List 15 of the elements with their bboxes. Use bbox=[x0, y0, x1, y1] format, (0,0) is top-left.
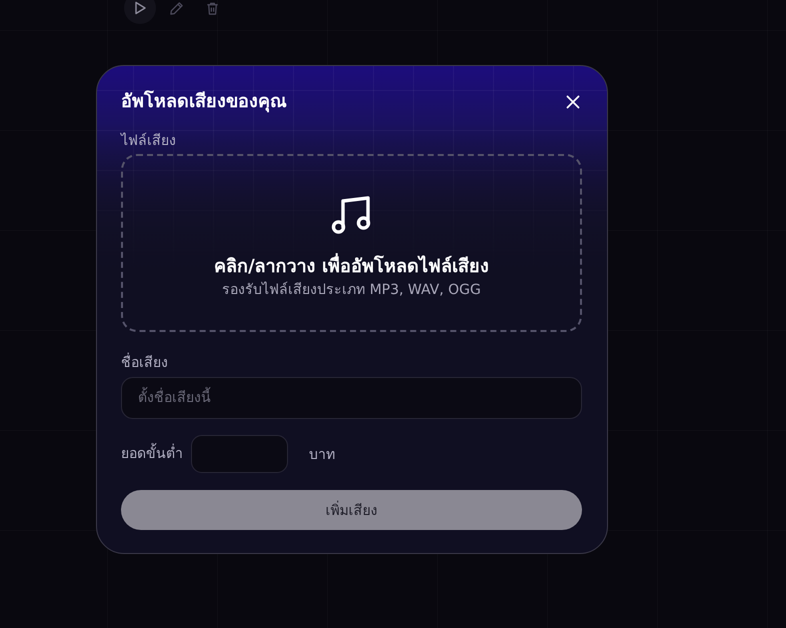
upload-dropzone[interactable]: คลิก/ลากวาง เพื่ออัพโหลดไฟล์เสียง รองรับไฟล์เสียงประเภท MP3, WAV, OGG bbox=[121, 154, 582, 332]
file-label: ไฟล์เสียง bbox=[121, 132, 177, 150]
min-amount-label: ยอดขั้นต่ำ bbox=[121, 445, 183, 463]
pencil-icon bbox=[168, 0, 184, 16]
dialog-title: อัพโหลดเสียงของคุณ bbox=[121, 89, 287, 114]
close-icon bbox=[566, 95, 580, 109]
name-input[interactable]: ตั้งชื่อเสียงนี้ bbox=[121, 377, 582, 419]
play-button[interactable] bbox=[124, 0, 156, 24]
min-amount-input[interactable] bbox=[191, 435, 288, 473]
dropzone-heading: คลิก/ลากวาง เพื่ออัพโหลดไฟล์เสียง bbox=[214, 254, 489, 280]
dropzone-hint: รองรับไฟล์เสียงประเภท MP3, WAV, OGG bbox=[222, 280, 481, 300]
trash-icon bbox=[204, 0, 220, 16]
music-note-icon bbox=[330, 194, 372, 234]
currency-unit: บาท bbox=[309, 446, 335, 465]
name-label: ชื่อเสียง bbox=[121, 354, 582, 372]
